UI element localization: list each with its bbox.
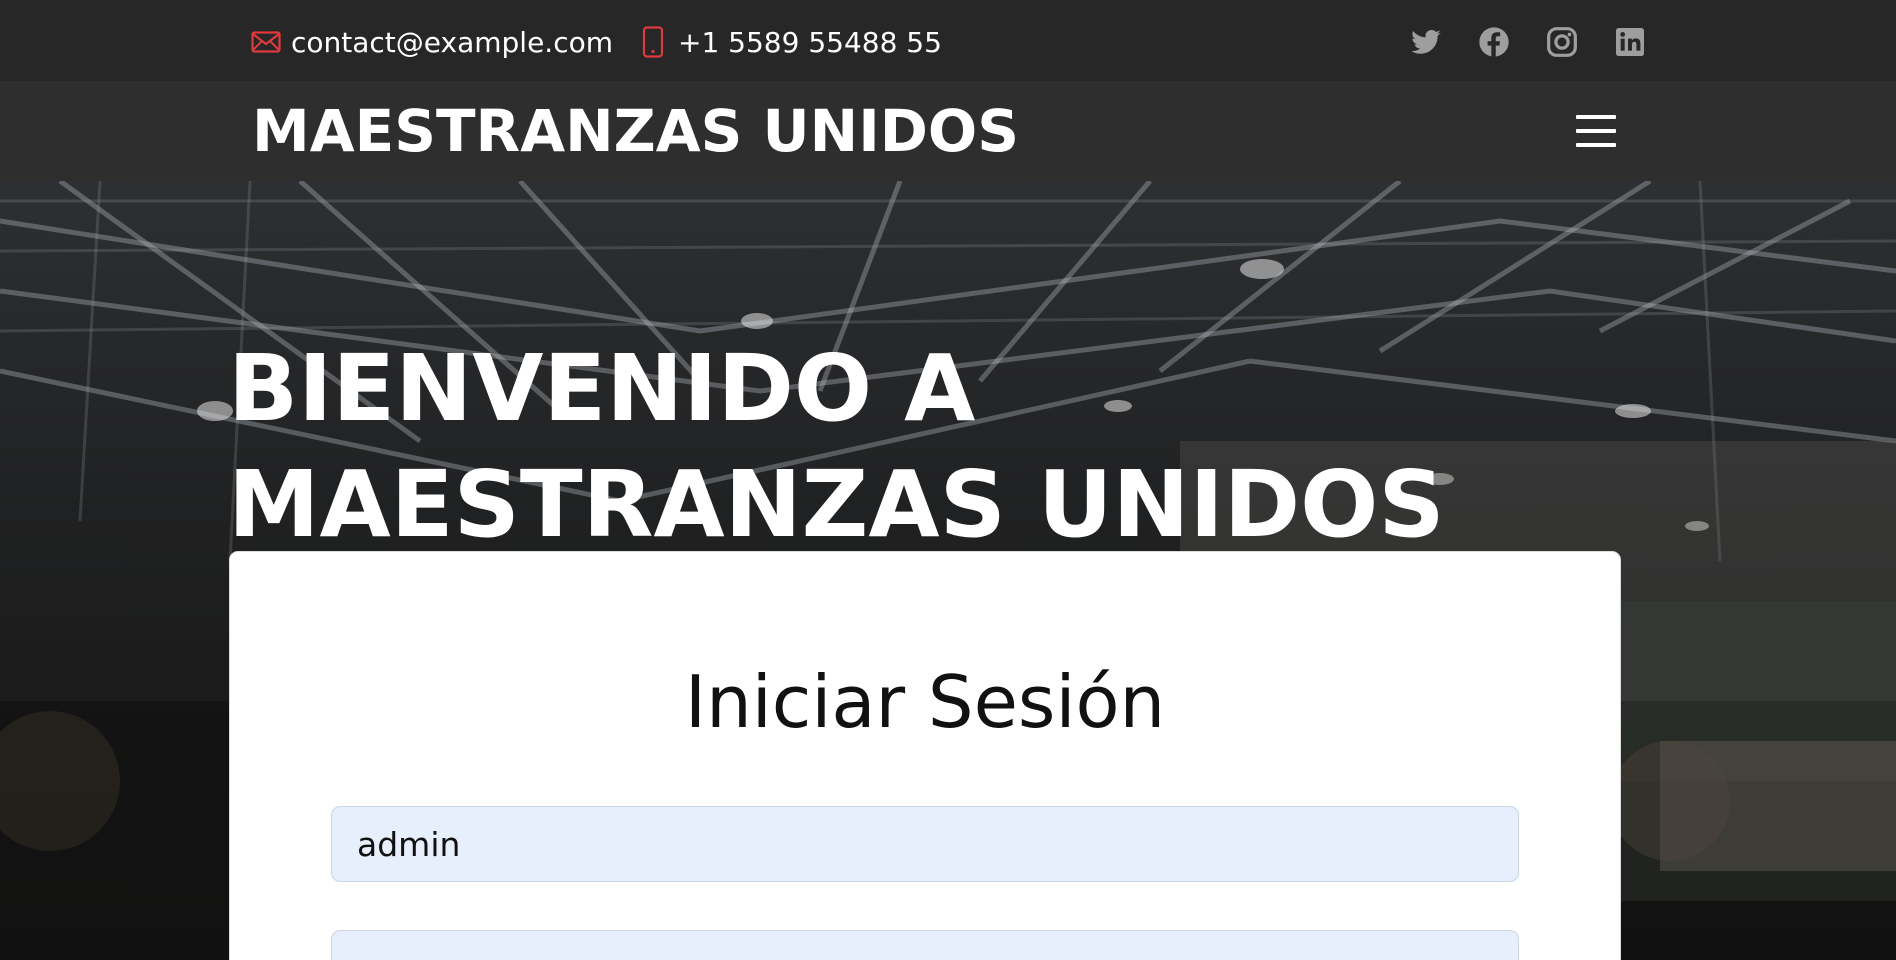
phone-contact[interactable]: +1 5589 55488 55 — [638, 22, 942, 62]
email-contact[interactable]: contact@example.com — [251, 22, 613, 62]
phone-icon — [638, 26, 668, 58]
facebook-icon[interactable] — [1474, 22, 1514, 62]
main-navbar: MAESTRANZAS UNIDOS — [0, 81, 1896, 181]
login-card: Iniciar Sesión — [229, 551, 1621, 960]
username-input[interactable] — [331, 806, 1519, 882]
instagram-icon[interactable] — [1542, 22, 1582, 62]
password-input[interactable] — [331, 930, 1519, 960]
hero-title: BIENVENIDO A MAESTRANZAS UNIDOS — [228, 331, 1445, 563]
twitter-icon[interactable] — [1406, 22, 1446, 62]
brand-logo[interactable]: MAESTRANZAS UNIDOS — [252, 95, 1019, 167]
linkedin-icon[interactable] — [1610, 22, 1650, 62]
email-text: contact@example.com — [291, 25, 613, 59]
hero-title-line-2: MAESTRANZAS UNIDOS — [228, 451, 1445, 558]
hamburger-menu-icon[interactable] — [1572, 109, 1620, 153]
top-contact-bar: contact@example.com +1 5589 55488 55 — [0, 0, 1896, 81]
phone-text: +1 5589 55488 55 — [678, 25, 942, 59]
hero-title-line-1: BIENVENIDO A — [228, 335, 976, 442]
login-title: Iniciar Sesión — [684, 660, 1166, 744]
envelope-icon — [251, 27, 281, 57]
